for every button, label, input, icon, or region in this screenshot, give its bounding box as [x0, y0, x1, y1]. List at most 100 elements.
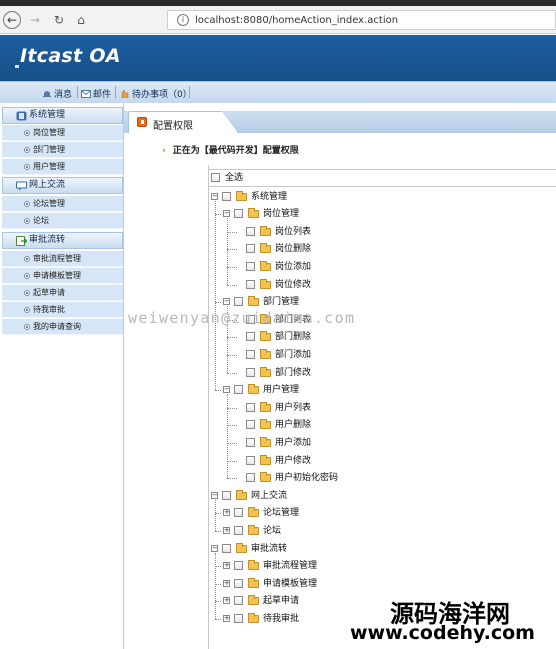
address-bar[interactable]: i localhost:8080/homeAction_index.action [167, 10, 556, 30]
permission-label[interactable]: 岗位列表 [275, 225, 311, 239]
select-all-checkbox[interactable] [211, 173, 220, 182]
forward-arrow-icon[interactable]: → [26, 11, 44, 29]
bullet-icon [24, 164, 30, 170]
sidebar-item-my-requests[interactable]: 我的申请查询 [2, 319, 123, 335]
permission-checkbox[interactable] [246, 279, 255, 289]
permission-label[interactable]: 论坛 [263, 524, 281, 538]
folder-icon [236, 489, 247, 500]
sidebar-item-users[interactable]: 用户管理 [2, 159, 123, 175]
permission-label[interactable]: 岗位删除 [275, 242, 311, 256]
sidebar-item-pending-approval[interactable]: 待我审批 [2, 302, 123, 318]
permission-node: − 部门管理 [209, 295, 556, 309]
permission-label[interactable]: 岗位添加 [275, 260, 311, 274]
sidebar-group-communication[interactable]: 网上交流 [2, 177, 123, 194]
permission-label[interactable]: 用户添加 [275, 436, 311, 450]
expand-toggle-icon[interactable]: + [223, 527, 230, 534]
permission-checkbox[interactable] [246, 332, 255, 342]
permission-label[interactable]: 起草申请 [263, 594, 299, 608]
permission-label[interactable]: 系统管理 [251, 190, 287, 204]
permission-tree: 全选 − 系统管理 − 岗位管理 岗位列表 岗位删除 岗位添加 岗位修改 − 部门管理 部门列表 部门删… [209, 165, 556, 649]
bullet-icon [24, 307, 30, 313]
sidebar-item-template-admin[interactable]: 申请模板管理 [2, 268, 123, 284]
permission-checkbox[interactable] [234, 209, 243, 219]
permission-label[interactable]: 网上交流 [251, 489, 287, 503]
collapse-toggle-icon[interactable]: − [223, 210, 230, 218]
messages-link[interactable]: 消息 [42, 87, 72, 100]
permission-label[interactable]: 部门管理 [263, 295, 299, 309]
permission-checkbox[interactable] [246, 402, 255, 412]
permission-checkbox[interactable] [234, 561, 243, 571]
permission-label[interactable]: 待我审批 [263, 612, 299, 626]
collapse-toggle-icon[interactable]: − [223, 298, 230, 306]
sidebar-item-forum[interactable]: 论坛 [2, 213, 123, 229]
folder-icon [248, 208, 259, 219]
mail-link[interactable]: 邮件 [81, 87, 111, 100]
permission-checkbox[interactable] [222, 191, 231, 201]
collapse-toggle-icon[interactable]: − [211, 491, 218, 499]
sidebar-item-forum-admin[interactable]: 论坛管理 [2, 196, 123, 212]
tree-connector [215, 566, 221, 568]
permission-label[interactable]: 用户列表 [275, 401, 311, 415]
permission-checkbox[interactable] [246, 473, 255, 483]
expand-toggle-icon[interactable]: + [223, 562, 230, 570]
permission-node: 用户修改 [209, 454, 556, 468]
permission-checkbox[interactable] [234, 297, 243, 307]
permission-checkbox[interactable] [246, 438, 255, 447]
permission-checkbox[interactable] [246, 262, 255, 271]
sidebar-item-draft-request[interactable]: 起草申请 [2, 285, 123, 301]
permission-label[interactable]: 审批流程管理 [263, 559, 317, 573]
permission-label[interactable]: 岗位修改 [275, 278, 311, 292]
permission-node: + 申请模板管理 [209, 577, 556, 591]
permission-checkbox[interactable] [234, 508, 243, 518]
bullet-icon [24, 147, 30, 153]
reload-icon[interactable]: ↻ [50, 11, 68, 29]
sidebar-group-approval[interactable]: 审批流转 [2, 232, 123, 249]
collapse-toggle-icon[interactable]: − [223, 386, 230, 394]
tree-connector [215, 499, 216, 531]
todo-link[interactable]: 待办事项（0） [120, 87, 192, 100]
sidebar-item-label: 审批流程管理 [33, 254, 81, 263]
permission-label[interactable]: 部门删除 [275, 330, 311, 344]
collapse-toggle-icon[interactable]: − [211, 544, 218, 552]
permission-checkbox[interactable] [234, 578, 243, 588]
permission-label[interactable]: 论坛管理 [263, 506, 299, 520]
permission-checkbox[interactable] [234, 596, 243, 606]
tree-connector [215, 601, 221, 603]
permission-label[interactable]: 用户删除 [275, 418, 311, 432]
expand-toggle-icon[interactable]: + [223, 509, 230, 517]
home-icon[interactable]: ⌂ [72, 11, 90, 29]
permission-checkbox[interactable] [246, 367, 255, 377]
permission-label[interactable]: 审批流转 [251, 542, 287, 556]
sidebar-item-departments[interactable]: 部门管理 [2, 142, 123, 158]
sidebar-item-process-admin[interactable]: 审批流程管理 [2, 251, 123, 267]
permission-checkbox[interactable] [246, 350, 255, 359]
permission-label[interactable]: 用户管理 [263, 383, 299, 397]
select-all-label[interactable]: 全选 [225, 171, 243, 185]
sidebar-group-system[interactable]: 系统管理 [2, 107, 123, 124]
back-arrow-icon[interactable]: ← [3, 11, 21, 29]
permission-label[interactable]: 部门修改 [275, 366, 311, 380]
permission-label[interactable]: 部门添加 [275, 348, 311, 362]
permission-label[interactable]: 用户修改 [275, 454, 311, 468]
tree-connector [227, 425, 237, 427]
permission-label[interactable]: 用户初始化密码 [275, 471, 338, 485]
permission-checkbox[interactable] [222, 543, 231, 553]
permission-checkbox[interactable] [234, 526, 243, 535]
permission-checkbox[interactable] [246, 455, 255, 465]
permission-checkbox[interactable] [234, 614, 243, 623]
permission-label[interactable]: 申请模板管理 [263, 577, 317, 591]
permission-checkbox[interactable] [246, 420, 255, 430]
info-icon[interactable]: i [177, 14, 189, 26]
expand-toggle-icon[interactable]: + [223, 579, 230, 587]
collapse-toggle-icon[interactable]: − [211, 192, 218, 200]
sidebar-item-jobs[interactable]: 岗位管理 [2, 125, 123, 141]
permission-checkbox[interactable] [246, 226, 255, 236]
expand-toggle-icon[interactable]: + [223, 615, 230, 622]
permission-checkbox[interactable] [234, 385, 243, 395]
permission-checkbox[interactable] [246, 244, 255, 254]
permission-checkbox[interactable] [222, 490, 231, 500]
permission-node: − 系统管理 [209, 190, 556, 204]
tab-configure-permissions[interactable]: 配置权限 [128, 111, 238, 133]
expand-toggle-icon[interactable]: + [223, 597, 230, 605]
permission-label[interactable]: 岗位管理 [263, 207, 299, 221]
